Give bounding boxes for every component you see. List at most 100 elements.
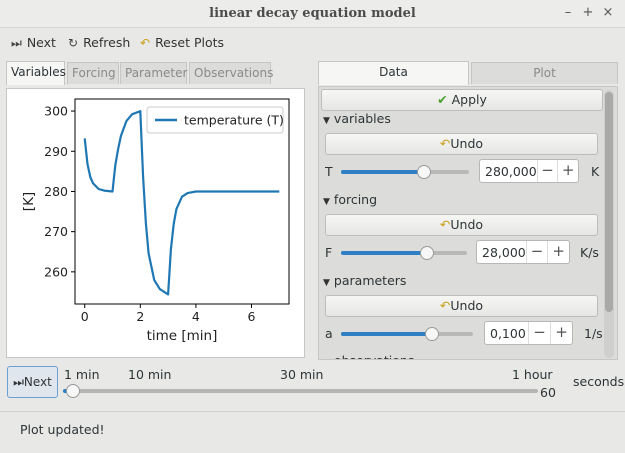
time-tick: 1 hour [512, 367, 553, 382]
slider-fill [341, 251, 427, 255]
status-bar: Plot updated! [0, 411, 625, 453]
time-step-value: 60 [540, 385, 556, 400]
data-panel-scrollbar[interactable] [604, 90, 614, 358]
slider-fill [341, 332, 433, 336]
scrollbar-thumb[interactable] [605, 92, 613, 312]
expand-triangle-icon: ▼ [323, 278, 330, 288]
unit-F: K/s [580, 245, 599, 260]
slider-handle[interactable] [417, 165, 432, 179]
refresh-icon: ↻ [68, 36, 79, 50]
section-header-parameters[interactable]: ▼ parameters [323, 273, 406, 288]
undo-arrow-icon: ↶ [439, 217, 451, 232]
tab-plot[interactable]: Plot [471, 62, 618, 84]
next-step-button[interactable]: ⏭Next [7, 366, 58, 398]
close-button[interactable]: × [599, 4, 617, 22]
slider-handle[interactable] [425, 327, 440, 341]
section-title: variables [333, 111, 391, 126]
status-message: Plot updated! [20, 422, 105, 437]
expand-triangle-icon: ▼ [323, 197, 330, 207]
time-unit-label: seconds [573, 374, 625, 389]
undo-label: Undo [450, 298, 484, 313]
x-tick-label: 0 [81, 309, 89, 324]
section-header-observations[interactable]: ▼ observations [323, 353, 414, 359]
decrement-button[interactable]: − [528, 322, 550, 344]
slider-handle[interactable] [419, 246, 434, 260]
data-panel: ✔ Apply ▼ variables ↶Undo T 280,000 − + K… [318, 86, 618, 360]
decrement-button[interactable]: − [536, 160, 558, 182]
skip-forward-icon: ⏭ [13, 375, 24, 389]
slider-handle[interactable] [65, 384, 80, 398]
title-bar: linear decay equation model – + × [0, 0, 625, 28]
time-tick: 10 min [128, 367, 172, 382]
tab-variables[interactable]: Variables [6, 61, 66, 85]
y-tick-label: 260 [44, 264, 68, 279]
increment-button[interactable]: + [557, 160, 578, 182]
window-title: linear decay equation model [209, 6, 416, 21]
a-value[interactable]: 0,100 [485, 326, 528, 341]
section-title: observations [334, 353, 414, 359]
tab-forcing[interactable]: Forcing [67, 62, 119, 84]
section-title: forcing [333, 192, 378, 207]
undo-forcing-button[interactable]: ↶Undo [325, 214, 598, 236]
expand-triangle-icon: ▼ [323, 116, 330, 126]
y-tick-label: 300 [44, 104, 68, 119]
tab-data[interactable]: Data [318, 61, 469, 85]
tab-observations[interactable]: Observations [189, 62, 273, 84]
increment-button[interactable]: + [550, 322, 572, 344]
x-tick-label: 2 [136, 309, 144, 324]
decrement-button[interactable]: − [525, 241, 548, 263]
unit-T: K [591, 164, 600, 179]
increment-button[interactable]: + [547, 241, 569, 263]
refresh-label: Refresh [83, 35, 131, 50]
skip-forward-icon: ⏭ [11, 36, 22, 50]
x-axis-label: time [min] [147, 328, 218, 344]
x-tick-label: 6 [248, 309, 256, 324]
undo-variables-button[interactable]: ↶Undo [325, 133, 598, 155]
T-value[interactable]: 280,000 [480, 164, 537, 179]
maximize-button[interactable]: + [579, 4, 597, 22]
reset-plots-button[interactable]: ↶ Reset Plots [140, 34, 224, 52]
time-step-slider[interactable] [63, 384, 538, 398]
undo-arrow-icon: ↶ [140, 36, 151, 50]
refresh-button[interactable]: ↻ Refresh [68, 34, 130, 52]
slider-fill [341, 170, 425, 174]
plot-panel: 0 2 4 6 260 270 280 290 300 time [min] [K] temperat… [6, 88, 305, 358]
y-tick-label: 280 [44, 184, 68, 199]
a-spinbox[interactable]: 0,100 − + [484, 321, 573, 345]
time-tick: 30 min [280, 367, 324, 382]
checkmark-icon: ✔ [437, 92, 448, 107]
slider-F[interactable] [341, 246, 467, 260]
param-label-a: a [325, 326, 333, 341]
section-header-variables[interactable]: ▼ variables [323, 111, 391, 126]
section-title: parameters [333, 273, 407, 288]
F-spinbox[interactable]: 28,000 − + [476, 240, 570, 264]
param-label-F: F [325, 245, 333, 260]
param-label-T: T [325, 164, 333, 179]
undo-parameters-button[interactable]: ↶Undo [325, 295, 598, 317]
y-tick-label: 290 [44, 144, 68, 159]
minimize-button[interactable]: – [559, 4, 577, 22]
next-toolbar-button[interactable]: ⏭ Next [11, 34, 56, 52]
undo-arrow-icon: ↶ [439, 298, 451, 313]
left-tab-bar: Variables Forcing Parameter Observations [6, 61, 305, 85]
expand-triangle-icon: ▼ [323, 358, 330, 359]
x-tick-label: 4 [192, 309, 200, 324]
section-header-forcing[interactable]: ▼ forcing [323, 192, 377, 207]
y-tick-label: 270 [44, 224, 68, 239]
legend-label: temperature (T) [184, 113, 284, 128]
series-line-1 [83, 110, 280, 296]
undo-arrow-icon: ↶ [439, 136, 451, 151]
slider-a[interactable] [341, 327, 473, 341]
F-value[interactable]: 28,000 [477, 245, 526, 260]
slider-T[interactable] [341, 165, 469, 179]
T-spinbox[interactable]: 280,000 − + [479, 159, 579, 183]
reset-label: Reset Plots [155, 35, 225, 50]
time-tick: 1 min [64, 367, 100, 382]
toolbar: ⏭ Next ↻ Refresh ↶ Reset Plots [0, 28, 625, 58]
tab-parameter[interactable]: Parameter [120, 62, 187, 84]
apply-button[interactable]: ✔ Apply [321, 89, 603, 111]
undo-label: Undo [450, 217, 484, 232]
y-axis-label: [K] [21, 192, 37, 211]
temperature-chart: 0 2 4 6 260 270 280 290 300 time [min] [K] temperat… [21, 98, 290, 344]
next-label: Next [26, 35, 56, 50]
